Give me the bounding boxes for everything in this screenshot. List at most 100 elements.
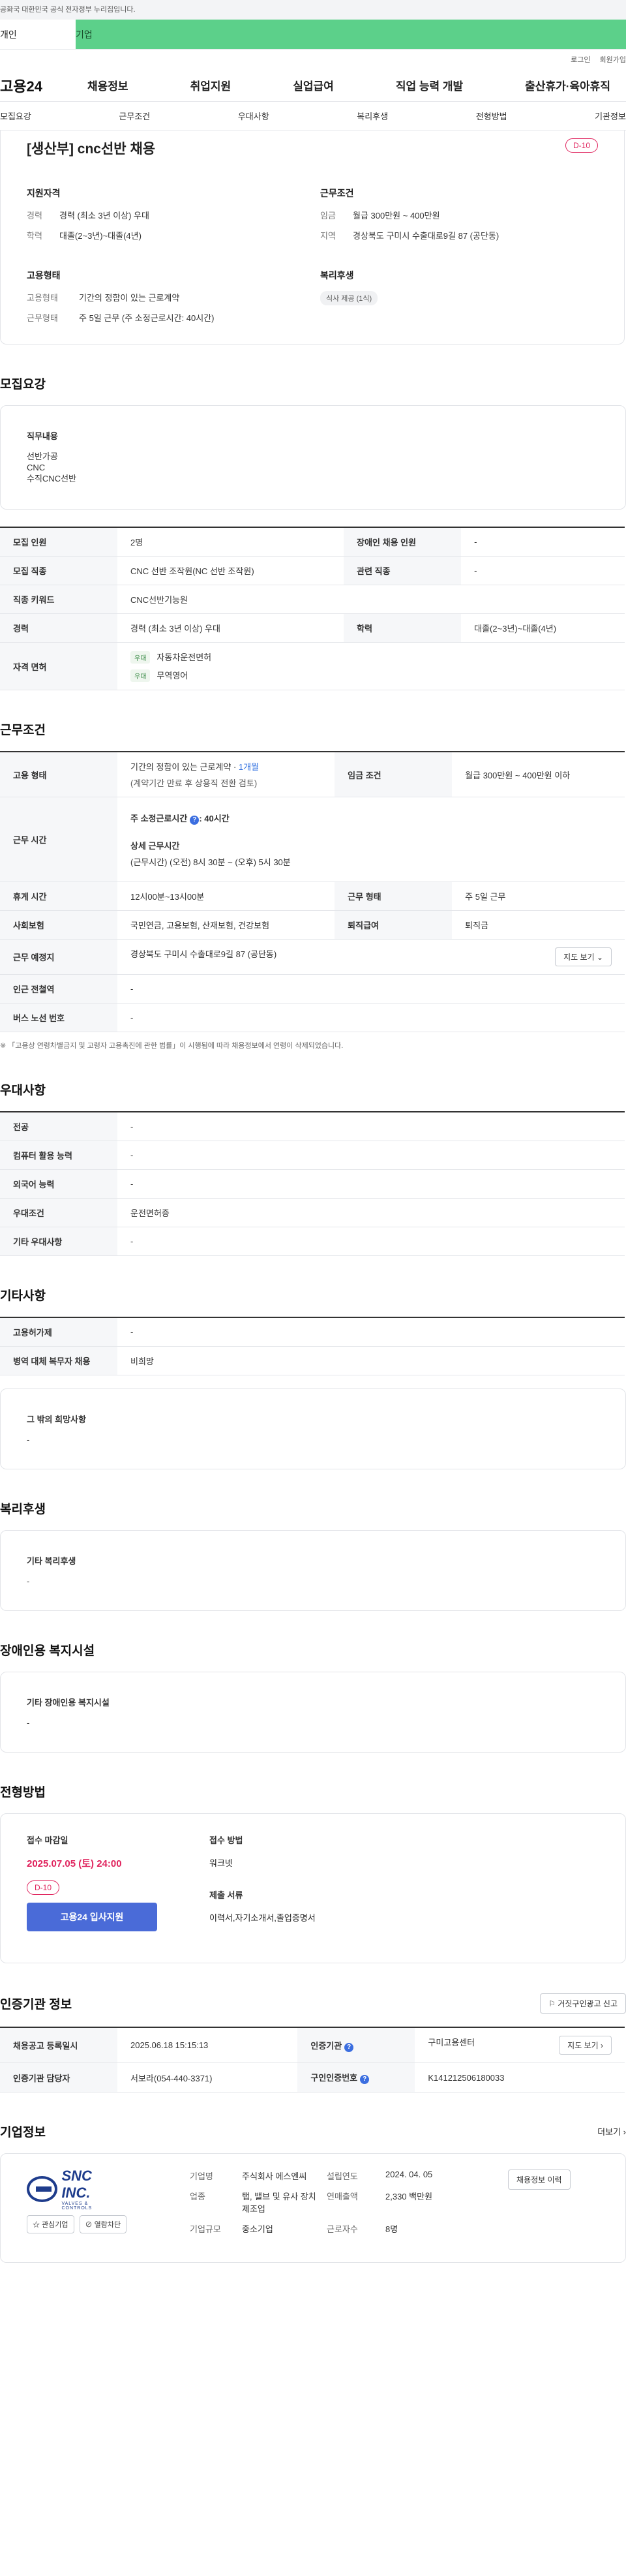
site-logo[interactable]: 고용24 bbox=[0, 75, 78, 96]
chevron-down-icon: ⌄ bbox=[596, 953, 603, 962]
welfare-block: 복리후생 식사 제공 (1식) bbox=[320, 269, 598, 331]
value: 12시00분~13시00분 bbox=[117, 882, 335, 911]
value: 서보라(054-440-3371) bbox=[117, 2062, 298, 2093]
value: 주 소정근로시간?: 40시간 상세 근무시간 (근무시간) (오전) 8시 3… bbox=[117, 797, 625, 882]
table-row: 인근 전철역 - bbox=[0, 974, 625, 1004]
value: - bbox=[117, 1112, 625, 1141]
disability-value: - bbox=[27, 1718, 30, 1728]
job-description-box: 직무내용 선반가공 CNC 수직CNC선반 bbox=[0, 405, 626, 510]
value: - bbox=[461, 527, 625, 557]
recruit-history-button[interactable]: 채용정보 이력 bbox=[508, 2170, 571, 2190]
block-view-button[interactable]: ⊘ 열람차단 bbox=[79, 2215, 127, 2233]
signup-link[interactable]: 회원가입 bbox=[600, 54, 626, 65]
tab-business[interactable]: 기업 bbox=[76, 20, 626, 49]
label: 버스 노선 번호 bbox=[0, 1003, 117, 1032]
hours-detail-title: 상세 근무시간 bbox=[130, 840, 180, 851]
license-item: 무역영어 bbox=[156, 671, 188, 681]
agency-value: 구미고용센터 bbox=[428, 2038, 475, 2047]
label: 관련 직종 bbox=[344, 556, 462, 585]
report-label: 거짓구인광고 신고 bbox=[558, 1999, 618, 2008]
docs-value: 이력서,자기소개서,졸업증명서 bbox=[209, 1913, 316, 1923]
gnb-employment-support[interactable]: 취업지원 bbox=[181, 77, 241, 93]
label: 경력 bbox=[27, 211, 42, 221]
label: 우대조건 bbox=[0, 1198, 117, 1227]
tab-personal[interactable]: 개인 bbox=[0, 20, 76, 49]
section-etc-title: 기타사항 bbox=[0, 1289, 46, 1303]
apply-box: 접수 마감일 2025.07.05 (토) 24:00 D-10 고용24 입사… bbox=[0, 1813, 626, 1963]
more-link[interactable]: 더보기 › bbox=[597, 2125, 626, 2138]
help-icon[interactable]: ? bbox=[190, 815, 200, 825]
company-header: 기업정보 더보기 › bbox=[0, 2123, 626, 2140]
tab-pref[interactable]: 우대사항 bbox=[238, 110, 269, 122]
value: - bbox=[117, 1317, 625, 1347]
label: 설립연도 bbox=[327, 2171, 358, 2181]
label: 기타 우대사항 bbox=[0, 1227, 117, 1256]
label: 근무 시간 bbox=[0, 797, 117, 882]
value: 월급 300만원 ~ 400만원 이하 bbox=[452, 752, 625, 797]
value: 경력 (최소 3년 이상) 우대 bbox=[59, 211, 149, 221]
help-icon[interactable]: ? bbox=[360, 2075, 370, 2084]
agency-map-button[interactable]: 지도 보기 › bbox=[559, 2036, 612, 2055]
label: 컴퓨터 활용 능력 bbox=[0, 1141, 117, 1170]
tab-work[interactable]: 근무조건 bbox=[119, 110, 150, 122]
value: CNC 선반 조작원(NC 선반 조작원) bbox=[117, 556, 344, 585]
login-link[interactable]: 로그인 bbox=[571, 54, 590, 65]
gnb-jobs[interactable]: 채용정보 bbox=[78, 77, 138, 93]
gnb-unemployment-benefit[interactable]: 실업급여 bbox=[284, 77, 343, 93]
value: - bbox=[117, 1227, 625, 1256]
value: 대졸(2~3년)~대졸(4년) bbox=[461, 613, 625, 643]
map-view-button[interactable]: 지도 보기 ⌄ bbox=[555, 947, 612, 966]
label: 근무 예정지 bbox=[0, 939, 117, 975]
apply-button[interactable]: 고용24 입사지원 bbox=[27, 1903, 157, 1931]
company-logo: SNC INC. VALVES & CONTROLS bbox=[27, 2168, 118, 2211]
method-heading: 접수 방법 bbox=[209, 1835, 243, 1845]
gov-banner: 공화국 대한민국 공식 전자정부 누리집입니다. bbox=[0, 0, 626, 20]
favorite-company-button[interactable]: ☆ 관심기업 bbox=[27, 2215, 74, 2233]
report-fake-ad-button[interactable]: ⚐ 거짓구인광고 신고 bbox=[540, 1993, 626, 2014]
user-type-tabs: 개인 기업 bbox=[0, 20, 626, 50]
table-row: 자격 면허 우대 자동차운전면허 우대 무역영어 bbox=[0, 642, 625, 690]
section-disability-title: 장애인용 복지시설 bbox=[0, 1644, 95, 1658]
table-row: 병역 대체 복무자 채용 비희망 bbox=[0, 1346, 625, 1375]
welfare-value: - bbox=[27, 1576, 30, 1586]
value: 2024. 04. 05 bbox=[385, 2170, 433, 2179]
block-icon: ⊘ bbox=[85, 2221, 93, 2229]
label: 휴게 시간 bbox=[0, 882, 117, 911]
table-row: 경력 경력 (최소 3년 이상) 우대 학력 대졸(2~3년)~대졸(4년) bbox=[0, 613, 625, 643]
label: 사회보험 bbox=[0, 910, 117, 940]
label: 모집 직종 bbox=[0, 556, 117, 585]
agency-header: 인증기관 정보 ⚐ 거짓구인광고 신고 bbox=[0, 1993, 626, 2014]
other-wish-value: - bbox=[27, 1435, 30, 1445]
welfare-heading: 기타 복리후생 bbox=[27, 1556, 76, 1566]
value: 경상북도 구미시 수출대로9길 87 (공단동) 지도 보기 ⌄ bbox=[117, 939, 625, 975]
qualification-heading: 지원자격 bbox=[27, 188, 61, 198]
dday-badge: D-10 bbox=[565, 138, 598, 153]
tab-apply[interactable]: 전형방법 bbox=[476, 110, 507, 122]
value: 비희망 bbox=[117, 1346, 625, 1375]
label: 외국어 능력 bbox=[0, 1169, 117, 1199]
gnb-parental-leave[interactable]: 출산휴가·육아휴직 bbox=[516, 77, 619, 93]
label: 직종 키워드 bbox=[0, 585, 117, 614]
label: 병역 대체 복무자 채용 bbox=[0, 1346, 117, 1375]
gnb-vocational-training[interactable]: 직업 능력 개발 bbox=[387, 77, 472, 93]
reqno-label: 구인인증번호 bbox=[310, 2073, 358, 2083]
tab-welfare[interactable]: 복리후생 bbox=[357, 110, 388, 122]
table-row: 근무 시간 주 소정근로시간?: 40시간 상세 근무시간 (근무시간) (오전… bbox=[0, 797, 625, 882]
label: 모집 인원 bbox=[0, 527, 117, 557]
value: 2명 bbox=[117, 527, 344, 557]
label: 근무형태 bbox=[27, 313, 58, 323]
tab-agency[interactable]: 기관정보 bbox=[595, 110, 626, 122]
section-pref-title: 우대사항 bbox=[0, 1084, 46, 1097]
value: 퇴직금 bbox=[452, 910, 625, 940]
help-icon[interactable]: ? bbox=[344, 2042, 354, 2052]
map-label: 지도 보기 bbox=[567, 2041, 599, 2050]
value: K141212506180033 bbox=[415, 2062, 625, 2093]
tab-recruit[interactable]: 모집요강 bbox=[0, 110, 31, 122]
employment-block: 고용형태 고용형태 기간의 정함이 있는 근로계약 근무형태 주 5일 근무 (주 … bbox=[27, 269, 305, 331]
company-info-grid: 기업명 주식회사 에스엔씨 설립연도 2024. 04. 05 업종 탭, 밸브… bbox=[190, 2170, 508, 2246]
table-row: 전공 - bbox=[0, 1112, 625, 1141]
pref-table: 전공 - 컴퓨터 활용 능력 - 외국어 능력 - 우대조건 운전면허증 기타 우대사항… bbox=[0, 1111, 625, 1256]
section-tabs: 모집요강 근무조건 우대사항 복리후생 전형방법 기관정보 bbox=[0, 102, 626, 130]
label: 인증기관 담당자 bbox=[0, 2062, 117, 2093]
section-welfare-title: 복리후생 bbox=[0, 1503, 46, 1516]
